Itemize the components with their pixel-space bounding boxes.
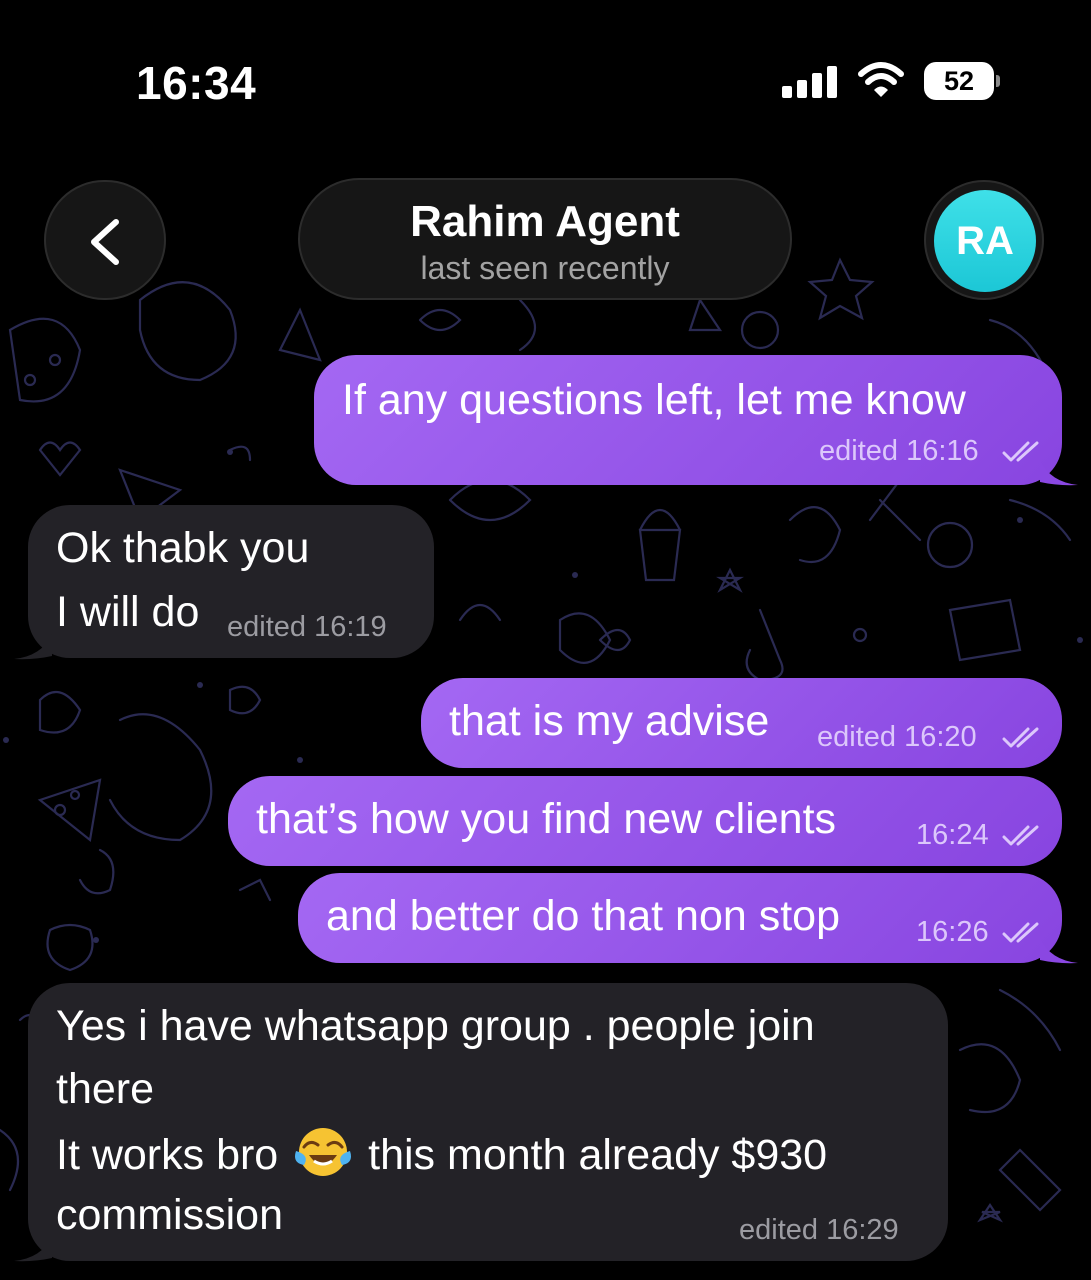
double-check-icon — [1002, 727, 1039, 748]
bubble-tail — [1040, 938, 1078, 964]
message-meta: 16:24 — [916, 819, 989, 851]
message-text: and better do that non stop — [326, 892, 841, 940]
message-bubble-incoming[interactable]: Ok thabk you I will do edited 16:19 — [28, 505, 434, 658]
message-bubble-incoming[interactable]: Yes i have whatsapp group . people join … — [28, 983, 948, 1261]
message-text: If any questions left, let me know — [342, 376, 966, 424]
message-bubble-outgoing[interactable]: and better do that non stop 16:26 — [298, 873, 1062, 963]
message-text-line-emoji: It works bro this month already $930 — [56, 1121, 827, 1186]
message-bubble-outgoing[interactable]: that’s how you find new clients 16:24 — [228, 776, 1062, 866]
double-check-icon — [1002, 825, 1039, 846]
double-check-icon — [1002, 441, 1039, 462]
status-time: 16:34 — [136, 57, 257, 109]
message-text-line: there — [56, 1065, 155, 1113]
message-meta: edited 16:16 — [819, 435, 979, 467]
message-meta: edited 16:29 — [739, 1214, 899, 1246]
contact-last-seen: last seen recently — [420, 250, 670, 286]
message-text-line: Ok thabk you — [56, 524, 310, 572]
message-text-segment: It works bro — [56, 1131, 279, 1179]
back-button[interactable] — [44, 180, 166, 300]
contact-name: Rahim Agent — [410, 197, 680, 246]
wifi-icon — [858, 62, 904, 97]
message-text-line: I will do — [56, 588, 200, 636]
battery-level: 52 — [943, 66, 975, 96]
message-text-segment: this month already $930 — [368, 1131, 828, 1179]
cellular-signal-icon — [782, 66, 837, 98]
avatar-button[interactable]: RA — [924, 180, 1044, 300]
face-with-tears-of-joy-icon — [295, 1128, 352, 1176]
chevron-left-icon — [91, 219, 119, 265]
message-text-line: Yes i have whatsapp group . people join — [56, 1002, 815, 1050]
chat-title-pill[interactable]: Rahim Agent last seen recently — [298, 178, 792, 300]
message-text: that is my advise — [449, 697, 770, 745]
message-meta: 16:26 — [916, 916, 989, 948]
avatar: RA — [934, 190, 1036, 292]
battery-icon: 52 — [924, 62, 1000, 100]
message-text-line: commission — [56, 1191, 283, 1239]
bubble-tail — [14, 1236, 52, 1262]
double-check-icon — [1002, 922, 1039, 943]
message-text: that’s how you find new clients — [256, 795, 837, 843]
bubble-tail — [1040, 460, 1078, 486]
bubble-tail — [14, 634, 52, 660]
message-meta: edited 16:19 — [227, 611, 387, 643]
battery-tip — [996, 75, 1000, 87]
message-bubble-outgoing[interactable]: If any questions left, let me know edite… — [314, 355, 1062, 485]
message-bubble-outgoing[interactable]: that is my advise edited 16:20 — [421, 678, 1062, 768]
message-meta: edited 16:20 — [817, 721, 977, 753]
